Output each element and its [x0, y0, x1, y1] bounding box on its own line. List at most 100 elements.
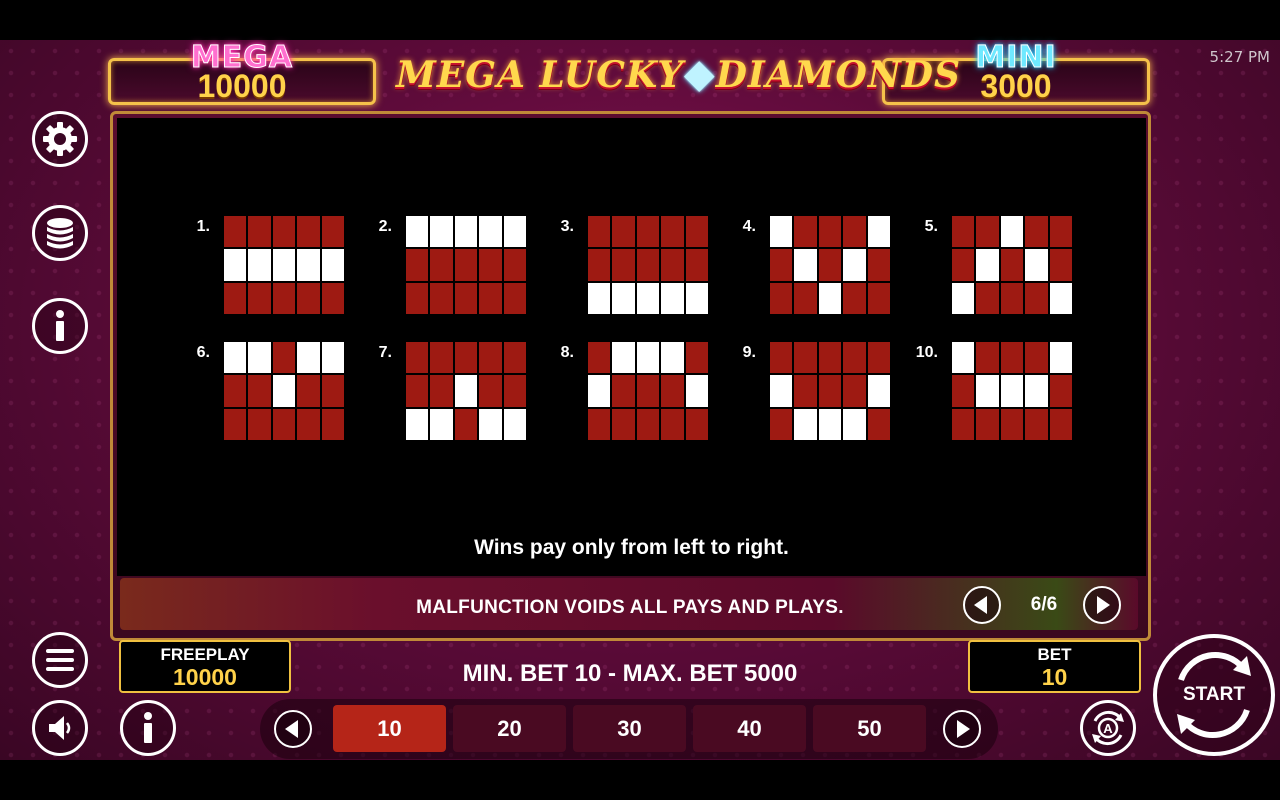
payline-cell-active — [818, 282, 842, 314]
payline-cell — [1000, 342, 1024, 374]
bet-coins-button[interactable] — [32, 205, 88, 261]
payline-pattern — [952, 342, 1072, 440]
payline-cell — [794, 375, 817, 407]
payline-cell-active — [321, 249, 344, 281]
payline-cell — [818, 342, 842, 374]
info-button[interactable] — [32, 298, 88, 354]
payline-cell-active — [272, 375, 296, 407]
arrow-left-icon — [285, 720, 298, 738]
payline-cell — [952, 249, 975, 281]
payline-cell-active — [794, 249, 817, 281]
mega-jackpot-value: 10000 — [197, 68, 287, 104]
payline-cell — [321, 408, 344, 440]
sound-icon — [49, 716, 71, 740]
payline-cell — [976, 408, 999, 440]
payline-cell-active — [794, 408, 817, 440]
payline-cell — [588, 216, 611, 248]
payline-cell-active — [976, 375, 999, 407]
start-label[interactable]: START — [1183, 684, 1245, 706]
payline-cell-active — [479, 408, 502, 440]
payline-cell — [1049, 216, 1072, 248]
payline-cell — [588, 408, 611, 440]
payline-pattern — [770, 216, 890, 314]
payline-cell-active — [1049, 342, 1072, 374]
payline-cell — [406, 375, 429, 407]
payline-cell — [1000, 282, 1024, 314]
paylines-grid: 1. 2. 3. 4. 5. 6. 7. 8. 9. 10. — [117, 118, 1146, 576]
bet-option-50[interactable]: 50 — [813, 705, 926, 752]
payline-cell — [1025, 282, 1048, 314]
autoplay-icon: A — [1092, 710, 1124, 746]
payline-cell — [976, 216, 999, 248]
payline-cell — [588, 249, 611, 281]
sound-button[interactable] — [32, 700, 88, 756]
payline-cell — [503, 342, 526, 374]
payline-cell-active — [1000, 216, 1024, 248]
payline-cell — [685, 249, 708, 281]
payline-cell — [588, 342, 611, 374]
payline-cell — [636, 249, 660, 281]
prev-page-button[interactable] — [963, 586, 1001, 624]
payline-cell-active — [685, 282, 708, 314]
bet-option-30[interactable]: 30 — [573, 705, 686, 752]
payline-cell — [636, 408, 660, 440]
payline-number: 9. — [742, 344, 756, 361]
payline-cell — [843, 342, 866, 374]
payline-cell — [867, 282, 890, 314]
payline-cell — [272, 282, 296, 314]
payline-cell-active — [1049, 282, 1072, 314]
paytable-info-button[interactable] — [120, 700, 176, 756]
payline-cell-active — [224, 342, 247, 374]
settings-gear-icon — [43, 122, 77, 156]
payline-cell — [454, 249, 478, 281]
payline-cell — [661, 375, 684, 407]
start-button[interactable]: START — [1153, 634, 1275, 756]
autoplay-button[interactable]: A — [1080, 700, 1136, 756]
payline-cell — [636, 216, 660, 248]
menu-button[interactable] — [32, 632, 88, 688]
payline-cell — [818, 375, 842, 407]
arrow-left-icon — [974, 596, 987, 614]
payline-cell — [818, 216, 842, 248]
bet-prev-button[interactable] — [274, 710, 312, 748]
payline-cell — [952, 408, 975, 440]
bet-box: BET 10 — [968, 640, 1141, 693]
payline-cell — [430, 282, 453, 314]
payline-pattern — [406, 216, 526, 314]
payline-cell — [321, 216, 344, 248]
payline-cell-active — [867, 375, 890, 407]
payline-cell-active — [588, 375, 611, 407]
payline-cell-active — [430, 408, 453, 440]
payline-cell — [406, 342, 429, 374]
payline-cell — [843, 375, 866, 407]
payline-cell — [1000, 249, 1024, 281]
payline-cell — [976, 282, 999, 314]
bet-option-40[interactable]: 40 — [693, 705, 806, 752]
payline-number: 5. — [924, 218, 938, 235]
payline-cell — [454, 342, 478, 374]
payline-pattern — [224, 216, 344, 314]
payline-number: 8. — [560, 344, 574, 361]
next-page-button[interactable] — [1083, 586, 1121, 624]
payline-cell — [612, 216, 635, 248]
top-status-bar — [0, 0, 1280, 40]
payline-cell — [1049, 375, 1072, 407]
payline-cell — [297, 282, 320, 314]
bet-next-button[interactable] — [943, 710, 981, 748]
payline-cell — [297, 408, 320, 440]
payline-number: 10. — [915, 344, 938, 361]
payline-cell — [248, 408, 271, 440]
freeplay-box: FREEPLAY 10000 — [119, 640, 291, 693]
payline-cell-active — [952, 342, 975, 374]
payline-cell — [661, 216, 684, 248]
settings-button[interactable] — [32, 111, 88, 167]
bet-option-10[interactable]: 10 — [333, 705, 446, 752]
payline-cell-active — [661, 342, 684, 374]
wins-note: Wins pay only from left to right. — [474, 536, 789, 559]
payline-cell — [430, 375, 453, 407]
payline-cell — [952, 375, 975, 407]
payline-cell — [224, 282, 247, 314]
payline-cell — [248, 282, 271, 314]
bet-option-20[interactable]: 20 — [453, 705, 566, 752]
payline-cell — [430, 342, 453, 374]
